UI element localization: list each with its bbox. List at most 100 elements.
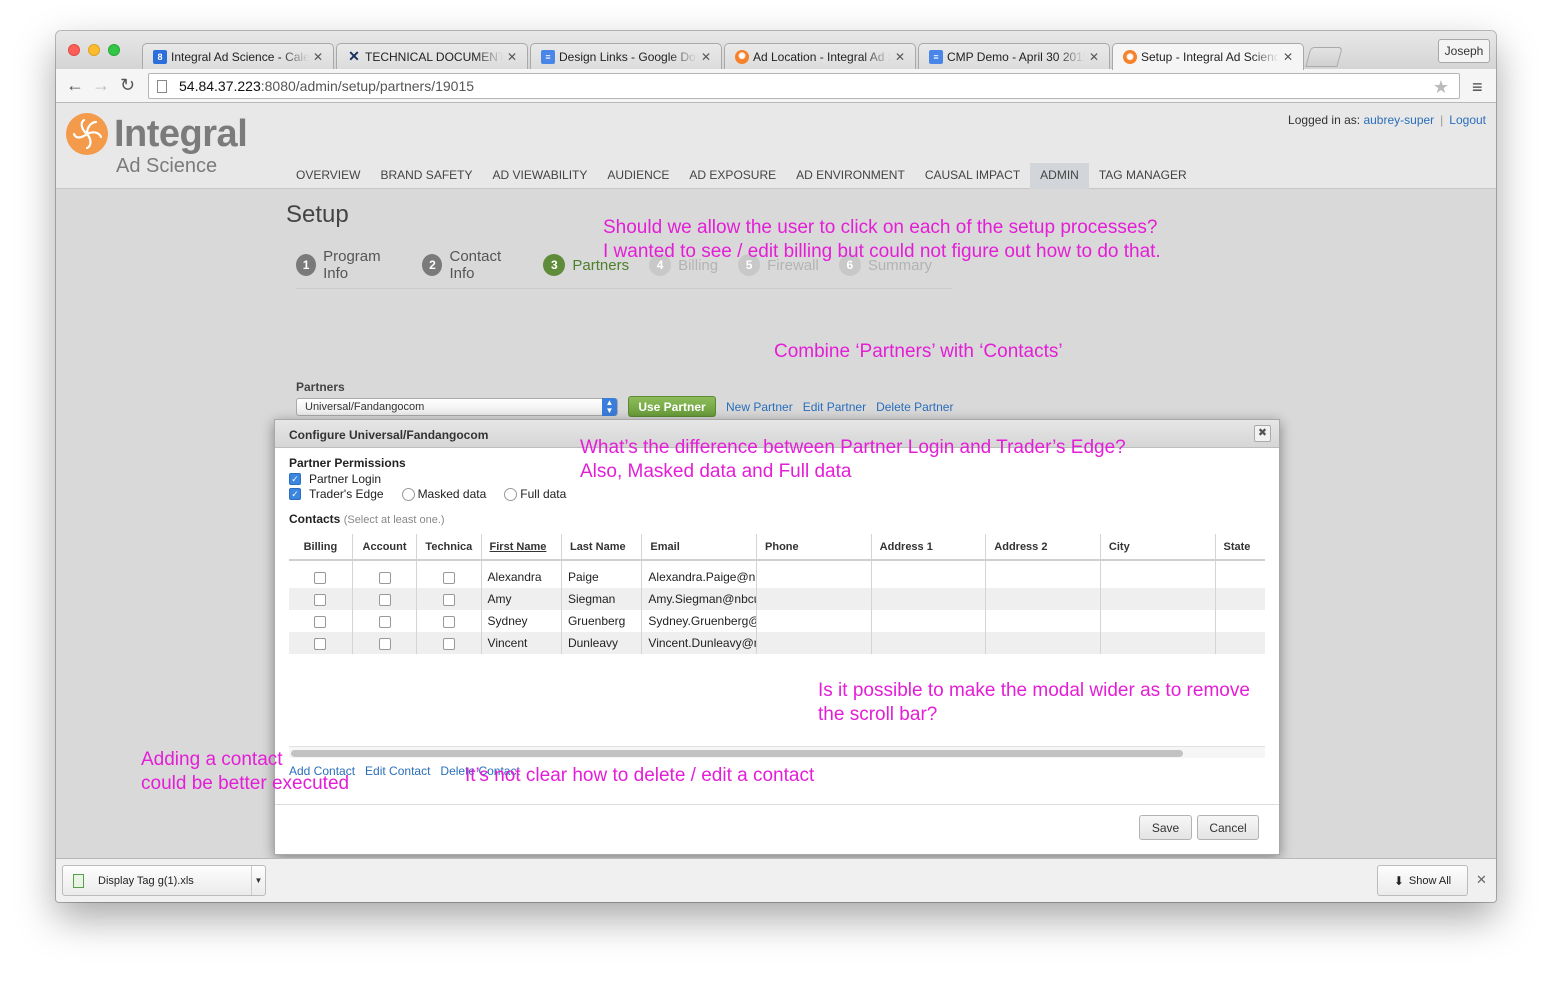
traders-edge-checkbox[interactable]: ✓ xyxy=(289,488,301,500)
column-header[interactable]: Account xyxy=(352,534,418,561)
browser-tab[interactable]: 8 Integral Ad Science - Calendar ✕ xyxy=(142,43,334,69)
first-name-cell: Alexandra xyxy=(481,566,562,588)
billing-checkbox[interactable] xyxy=(314,571,327,584)
horizontal-scrollbar[interactable] xyxy=(289,746,1265,758)
technical-checkbox[interactable] xyxy=(442,593,455,606)
billing-checkbox[interactable] xyxy=(314,615,327,628)
show-all-button[interactable]: ⬇ Show All xyxy=(1377,865,1468,896)
nav-audience[interactable]: AUDIENCE xyxy=(597,163,679,189)
logo-wordmark: Integral xyxy=(114,113,248,155)
column-header[interactable]: Email xyxy=(641,534,758,561)
zoom-window-button[interactable] xyxy=(108,44,120,56)
new-partner-link[interactable]: New Partner xyxy=(726,400,793,414)
column-header-label: First Name xyxy=(489,540,547,553)
masked-data-radio[interactable] xyxy=(401,487,415,501)
cancel-button[interactable]: Cancel xyxy=(1197,815,1259,840)
use-partner-button[interactable]: Use Partner xyxy=(628,396,716,417)
browser-tab-active[interactable]: ✺ Setup - Integral Ad Science ✕ xyxy=(1112,43,1304,70)
technical-checkbox[interactable] xyxy=(442,615,455,628)
annotation-note: Should we allow the user to click on eac… xyxy=(603,217,1158,238)
close-window-button[interactable] xyxy=(68,44,80,56)
column-header[interactable]: Technica xyxy=(416,534,482,561)
annotation-note: It’s not clear how to delete / edit a co… xyxy=(465,765,815,786)
back-arrow-icon[interactable]: ← xyxy=(66,76,84,94)
new-tab-button[interactable] xyxy=(1305,47,1343,67)
user-link[interactable]: aubrey-super xyxy=(1363,113,1434,127)
modal-title: Configure Universal/Fandangocom xyxy=(289,428,489,442)
address-bar[interactable]: 54.84.37.223:8080/admin/setup/partners/1… xyxy=(148,73,1460,99)
column-header[interactable]: City xyxy=(1100,534,1216,561)
last-name-cell: Siegman xyxy=(561,588,643,610)
profile-button[interactable]: Joseph xyxy=(1438,39,1490,63)
nav-overview[interactable]: OVERVIEW xyxy=(286,163,370,189)
close-icon[interactable]: ✕ xyxy=(1476,872,1487,888)
logged-in-label: Logged in as: xyxy=(1288,113,1361,127)
table-row[interactable]: Amy Siegman Amy.Siegman@nbcu xyxy=(289,588,1265,610)
annotation-note: What’s the difference between Partner Lo… xyxy=(580,437,1126,458)
nav-causal-impact[interactable]: CAUSAL IMPACT xyxy=(915,163,1030,189)
account-checkbox[interactable] xyxy=(378,637,391,650)
column-header[interactable]: Phone xyxy=(756,534,872,561)
browser-tab[interactable]: ✺ Ad Location - Integral Ad Science ✕ xyxy=(724,43,916,69)
close-tab-icon[interactable]: ✕ xyxy=(311,50,325,64)
close-tab-icon[interactable]: ✕ xyxy=(505,50,519,64)
step-contact-info[interactable]: 2 Contact Info xyxy=(422,248,523,282)
account-checkbox[interactable] xyxy=(378,571,391,584)
table-row[interactable]: Alexandra Paige Alexandra.Paige@nb xyxy=(289,566,1265,588)
billing-checkbox[interactable] xyxy=(314,593,327,606)
annotation-note: could be better executed xyxy=(141,773,350,794)
close-icon[interactable]: ✖ xyxy=(1254,425,1271,442)
edit-partner-link[interactable]: Edit Partner xyxy=(803,400,866,414)
close-tab-icon[interactable]: ✕ xyxy=(893,50,907,64)
browser-tab[interactable]: ✕ TECHNICAL DOCUMENTATION ✕ xyxy=(336,43,528,69)
edit-contact-link[interactable]: Edit Contact xyxy=(365,764,430,778)
nav-ad-exposure[interactable]: AD EXPOSURE xyxy=(679,163,786,189)
browser-tab[interactable]: ≡ Design Links - Google Docs ✕ xyxy=(530,43,722,69)
nav-brand-safety[interactable]: BRAND SAFETY xyxy=(370,163,482,189)
table-row[interactable]: Vincent Dunleavy Vincent.Dunleavy@nl xyxy=(289,632,1265,654)
nav-admin[interactable]: ADMIN xyxy=(1030,163,1089,189)
delete-partner-link[interactable]: Delete Partner xyxy=(876,400,953,414)
table-row[interactable]: Sydney Gruenberg Sydney.Gruenberg@ xyxy=(289,610,1265,632)
ias-icon: ✺ xyxy=(1123,50,1137,64)
browser-toolbar: ← → ↻ 54.84.37.223:8080/admin/setup/part… xyxy=(56,69,1496,103)
technical-checkbox[interactable] xyxy=(442,571,455,584)
bookmark-star-icon[interactable]: ★ xyxy=(1433,77,1449,98)
account-checkbox[interactable] xyxy=(378,615,391,628)
account-checkbox[interactable] xyxy=(378,593,391,606)
technical-checkbox[interactable] xyxy=(442,637,455,650)
minimize-window-button[interactable] xyxy=(88,44,100,56)
nav-ad-viewability[interactable]: AD VIEWABILITY xyxy=(482,163,597,189)
forward-arrow-icon[interactable]: → xyxy=(92,76,110,94)
column-header[interactable]: State xyxy=(1215,534,1265,561)
scrollbar-thumb[interactable] xyxy=(291,750,1183,757)
save-button[interactable]: Save xyxy=(1139,815,1192,840)
full-data-radio[interactable] xyxy=(504,487,518,501)
column-header[interactable]: Address 1 xyxy=(871,534,987,561)
menu-icon[interactable]: ≡ xyxy=(1472,77,1483,98)
column-header[interactable]: Billing xyxy=(289,534,353,561)
browser-tab[interactable]: ≡ CMP Demo - April 30 2015 ✕ xyxy=(918,43,1110,69)
email-cell: Alexandra.Paige@nb xyxy=(641,566,758,588)
partner-select[interactable]: Universal/Fandangocom ▲ ▼ xyxy=(296,398,618,416)
partners-label: Partners xyxy=(296,380,345,394)
billing-checkbox[interactable] xyxy=(314,637,327,650)
close-tab-icon[interactable]: ✕ xyxy=(699,50,713,64)
column-header[interactable]: Address 2 xyxy=(985,534,1101,561)
site-header: Integral Ad Science Logged in as: aubrey… xyxy=(56,103,1496,189)
nav-ad-environment[interactable]: AD ENVIRONMENT xyxy=(786,163,915,189)
reload-icon[interactable]: ↻ xyxy=(120,76,135,94)
close-tab-icon[interactable]: ✕ xyxy=(1087,50,1101,64)
close-tab-icon[interactable]: ✕ xyxy=(1281,50,1295,64)
traders-edge-row: ✓ Trader's Edge Masked data Full data xyxy=(289,487,566,501)
step-program-info[interactable]: 1 Program Info xyxy=(296,248,402,282)
downloads-shelf: Display Tag g(1).xls ▼ ⬇ Show All ✕ xyxy=(56,858,1496,902)
chevron-down-icon[interactable]: ▼ xyxy=(251,866,265,895)
partner-login-checkbox[interactable]: ✓ xyxy=(289,473,301,485)
annotation-note: Adding a contact xyxy=(141,749,283,770)
logout-link[interactable]: Logout xyxy=(1449,113,1486,127)
column-header[interactable]: First Name xyxy=(481,534,562,561)
download-item[interactable]: Display Tag g(1).xls ▼ xyxy=(62,865,266,896)
column-header[interactable]: Last Name xyxy=(561,534,643,561)
nav-tag-manager[interactable]: TAG MANAGER xyxy=(1089,163,1197,189)
